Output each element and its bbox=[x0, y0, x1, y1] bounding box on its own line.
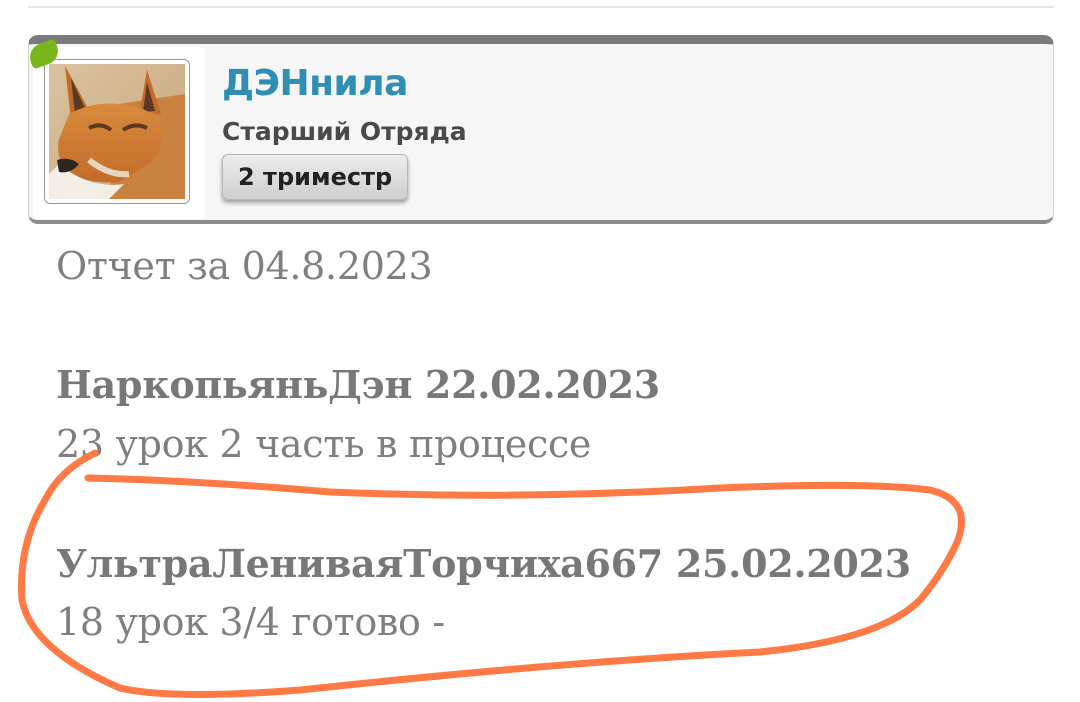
entry-1-status: 23 урок 2 часть в процессе bbox=[56, 422, 592, 466]
entry-2-status: 18 урок 3/4 готово - bbox=[56, 600, 445, 644]
entry-1-title: НаркопьяньДэн 22.02.2023 bbox=[56, 362, 660, 407]
entry-2-title: УльтраЛениваяТорчиха667 25.02.2023 bbox=[56, 541, 911, 586]
user-profile-card: ДЭНнила Старший Отряда 2 триместр bbox=[26, 35, 1054, 224]
trimester-badge: 2 триместр bbox=[222, 154, 409, 200]
avatar[interactable] bbox=[44, 59, 190, 204]
username-link[interactable]: ДЭНнила bbox=[222, 63, 408, 104]
fox-avatar-icon bbox=[49, 64, 185, 199]
top-divider bbox=[28, 6, 1054, 8]
avatar-frame bbox=[26, 38, 205, 219]
report-date: Отчет за 04.8.2023 bbox=[56, 244, 433, 288]
user-rank: Старший Отряда bbox=[222, 117, 467, 146]
